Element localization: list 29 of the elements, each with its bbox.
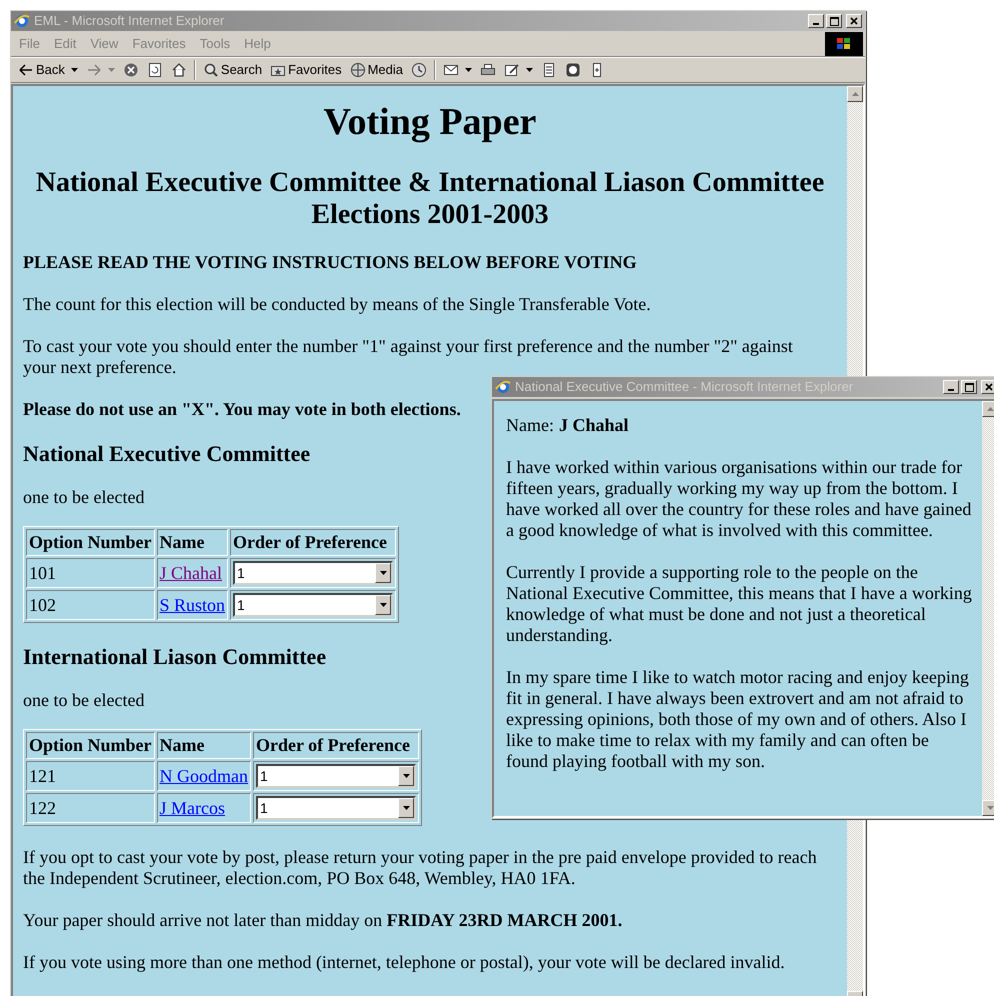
table-cell: 122 bbox=[26, 793, 155, 823]
instruction-text: The count for this election will be conducted by means of the Single Transferable Vote. bbox=[23, 294, 652, 315]
instruction-text: Please do not use an "X". You may vote in both elections. bbox=[23, 399, 462, 420]
window-title: EML - Microsoft Internet Explorer bbox=[34, 12, 226, 30]
instruction-text: PLEASE READ THE VOTING INSTRUCTIONS BELOW BEFORE VOTING bbox=[23, 252, 638, 273]
section-heading: National Executive Committee bbox=[23, 441, 310, 467]
biography-text: In my spare time I like to watch motor racing and enjoy keeping fit in general. I have always been extrovert and am not afraid to expressing opinions, both those of my own and of others. Also I like to make time to relax with my family and can often be found playing football with my son. bbox=[506, 667, 970, 772]
section-heading: International Liason Committee bbox=[23, 644, 326, 670]
info-text: If you vote using more than one method (internet, telephone or postal), your vote will be declared invalid. bbox=[23, 952, 786, 973]
instruction-text: To cast your vote you should enter the number "1" against your first preference and the number "2" against your next preference. bbox=[23, 336, 794, 378]
page-subheading: National Executive Committee & International Liason Committee Elections 2001-2003 bbox=[34, 167, 826, 231]
candidate-name: J Chahal bbox=[558, 415, 629, 436]
table-cell: 101 bbox=[26, 558, 155, 588]
biography-text: I have worked within various organisations within our trade for fifteen years, gradually working my way up from the bottom. I have worked all over the country for these roles and have gained a good knowledge of what is involved with this committee. bbox=[506, 457, 972, 541]
column-header: Order of Preference bbox=[253, 732, 420, 759]
table-cell: 121 bbox=[26, 761, 155, 791]
column-header: Name bbox=[156, 529, 228, 556]
column-header: Option Number bbox=[26, 529, 155, 556]
election-note: one to be elected bbox=[23, 487, 144, 508]
info-text: Your paper should arrive not later than midday on FRIDAY 23RD MARCH 2001. bbox=[23, 910, 624, 931]
page-heading: Voting Paper bbox=[322, 100, 538, 144]
info-text: If you opt to cast your vote by post, please return your voting paper in the pre paid envelope provided to reach the Independent Scrutineer, election.com, PO Box 648, Wembley, HA0 1FA. bbox=[23, 847, 818, 889]
column-header: Option Number bbox=[26, 732, 155, 759]
table-cell: 102 bbox=[26, 590, 155, 620]
column-header: Order of Preference bbox=[230, 529, 396, 556]
column-header: Name bbox=[156, 732, 252, 759]
biography-text: Currently I provide a supporting role to the people on the National Executive Committee, this means that I have a working knowledge of what must be done and not just a theoretical understanding. bbox=[506, 562, 972, 646]
name-label: Name: bbox=[506, 415, 554, 436]
election-note: one to be elected bbox=[23, 690, 144, 711]
